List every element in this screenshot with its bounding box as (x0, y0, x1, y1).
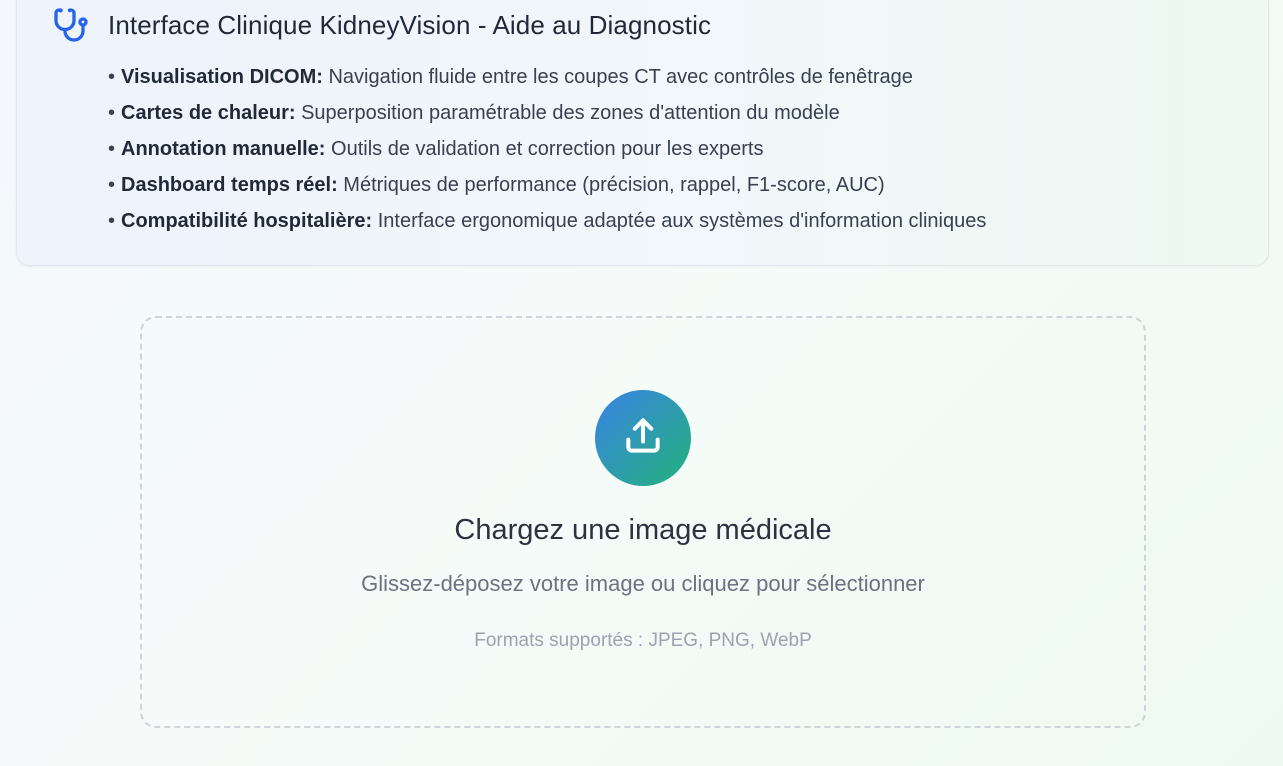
supported-formats: Formats supportés : JPEG, PNG, WebP (474, 630, 812, 651)
upload-dropzone[interactable]: Chargez une image médicale Glissez-dépos… (140, 316, 1146, 728)
upload-hint: Glissez-déposez votre image ou cliquez p… (361, 571, 925, 596)
feature-term: Annotation manuelle: (121, 138, 326, 160)
card-header: Interface Clinique KidneyVision - Aide a… (53, 7, 711, 43)
bullet: • (108, 210, 116, 232)
bullet: • (108, 66, 116, 88)
feature-term: Dashboard temps réel: (121, 174, 338, 196)
feature-item-heatmaps: • Cartes de chaleur: Superposition paramé… (108, 95, 986, 131)
feature-term: Compatibilité hospitalière: (121, 210, 373, 232)
bullet: • (108, 138, 116, 160)
feature-description: Navigation fluide entre les coupes CT av… (322, 66, 913, 88)
feature-item-dashboard: • Dashboard temps réel: Métriques de perf… (108, 167, 986, 203)
feature-term: Visualisation DICOM: (121, 66, 323, 88)
upload-icon (621, 414, 665, 463)
upload-title: Chargez une image médicale (454, 514, 832, 546)
feature-description: Métriques de performance (précision, rap… (337, 174, 885, 196)
feature-item-dicom: • Visualisation DICOM: Navigation fluide … (108, 59, 986, 95)
feature-item-annotation: • Annotation manuelle: Outils de validati… (108, 131, 986, 167)
upload-button[interactable] (595, 390, 691, 486)
feature-description: Superposition paramétrable des zones d'a… (295, 102, 840, 124)
feature-item-compatibility: • Compatibilité hospitalière: Interface e… (108, 203, 986, 239)
stethoscope-icon (53, 7, 89, 43)
bullet: • (108, 102, 116, 124)
feature-description: Outils de validation et correction pour … (325, 138, 764, 160)
feature-term: Cartes de chaleur: (121, 102, 296, 124)
info-card: Interface Clinique KidneyVision - Aide a… (16, 0, 1269, 266)
bullet: • (108, 174, 116, 196)
card-title: Interface Clinique KidneyVision - Aide a… (108, 9, 712, 40)
feature-description: Interface ergonomique adaptée aux systèm… (372, 210, 987, 232)
feature-list: • Visualisation DICOM: Navigation fluide … (108, 59, 986, 239)
